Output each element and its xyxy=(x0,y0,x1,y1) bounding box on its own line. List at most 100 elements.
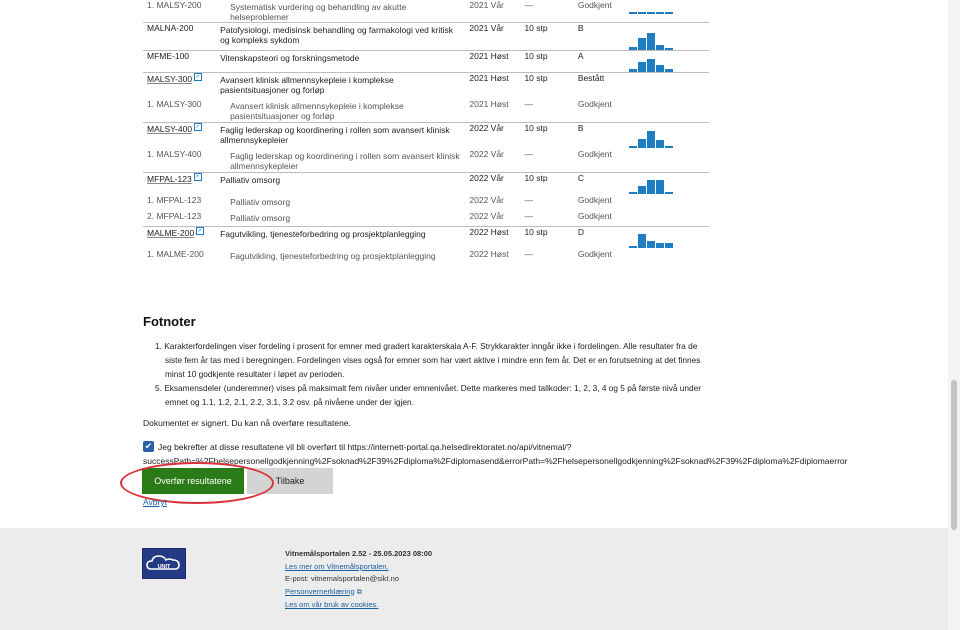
course-code[interactable]: MALSY-300 ↗ xyxy=(143,72,217,99)
course-semester: 2022 Vår xyxy=(469,210,504,221)
footer-privacy-label[interactable]: Personvernerklæring xyxy=(285,587,355,596)
distribution-bar xyxy=(637,139,646,148)
course-info-icon[interactable]: ↗ xyxy=(193,173,202,181)
subcourse-row: 1. MALSY-300 Avansert klinisk allmennsyke… xyxy=(143,99,709,123)
course-code: 1. MALSY-400 xyxy=(143,149,216,173)
grade-distribution-chart xyxy=(624,172,709,195)
distribution-bar xyxy=(664,12,673,14)
course-credits: — xyxy=(524,194,533,205)
course-name: Fagutvikling, tjenesteforbedring og pros… xyxy=(216,226,466,249)
course-credits: — xyxy=(524,248,533,259)
footer-cookies-link[interactable]: Les om vår bruk av cookies. xyxy=(285,599,432,612)
course-code-text[interactable]: MALSY-300 xyxy=(147,74,192,84)
distribution-bar xyxy=(655,243,664,248)
footnote-item: 5. Eksamensdeler (underemner) vises på m… xyxy=(155,383,702,407)
course-grade: C xyxy=(573,172,625,195)
course-code-text: 1. MALME-200 xyxy=(147,248,204,259)
course-code-text[interactable]: MALSY-400 xyxy=(147,124,192,134)
grade-distribution-chart xyxy=(625,99,709,123)
page: 1. MALSY-200 Systematisk vurdering og beh… xyxy=(0,0,948,630)
cloud-logo-icon: UNIT xyxy=(146,555,180,570)
course-code-text: 1. MALSY-300 xyxy=(147,98,202,109)
course-credits: — xyxy=(524,98,533,109)
external-link-icon: ⧉ xyxy=(356,588,362,596)
course-info-icon[interactable]: ↗ xyxy=(194,73,203,81)
distribution-bar xyxy=(655,45,664,50)
course-name: Palliativ omsorg xyxy=(230,196,291,207)
signed-message: Dokumentet er signert. Du kan nå overfør… xyxy=(143,418,351,428)
course-code[interactable]: MFPAL-123 ↗ xyxy=(143,172,217,195)
grade-distribution-chart xyxy=(624,22,709,51)
course-grade: B xyxy=(573,22,625,51)
course-name: Palliativ omsorg xyxy=(230,212,291,223)
course-code: 1. MALSY-300 xyxy=(143,99,216,123)
course-row: MALNA-200 Patofysiologi, medisinsk behand… xyxy=(143,22,709,51)
course-credits: 10 stp xyxy=(520,22,574,51)
distribution-bar xyxy=(664,243,673,248)
unit-logo[interactable]: UNIT xyxy=(142,548,186,579)
footer-privacy-link[interactable]: Personvernerklæring ⧉ xyxy=(285,586,432,600)
course-code-text: 1. MFPAL-123 xyxy=(147,194,202,205)
course-row: MFPAL-123 ↗ Palliativ omsorg 2022 Vår 10 stp… xyxy=(143,172,709,195)
confirm-checkbox[interactable]: ✔ xyxy=(143,441,154,452)
grade-distribution-chart xyxy=(624,226,709,249)
course-grade: B xyxy=(573,122,625,149)
course-code-text[interactable]: MFPAL-123 xyxy=(147,174,192,184)
subcourse-row: 1. MALSY-400 Faglig lederskap og koordine… xyxy=(143,149,709,173)
distribution-bar xyxy=(637,12,646,14)
distribution-bar xyxy=(655,180,664,194)
course-code-text: MALNA-200 xyxy=(147,23,194,33)
course-credits: 10 stp xyxy=(520,226,574,249)
course-semester: 2022 Vår xyxy=(465,122,521,149)
course-row: MALSY-400 ↗ Faglig lederskap og koordineri… xyxy=(143,122,709,149)
grade-distribution-chart xyxy=(625,249,709,267)
course-grade: D xyxy=(573,226,625,249)
course-name: Vitenskapsteori og forskningsmetode xyxy=(216,50,466,73)
distribution-bar xyxy=(646,131,655,148)
grade-distribution-chart xyxy=(625,149,709,173)
course-semester: 2022 Vår xyxy=(465,172,521,195)
scrollbar-thumb[interactable] xyxy=(951,380,957,530)
page-scrollbar[interactable] xyxy=(948,0,960,630)
course-info-icon[interactable]: ↗ xyxy=(194,123,203,131)
course-code: MFME-100 xyxy=(143,50,217,73)
grade-distribution-chart xyxy=(624,72,709,99)
course-grade: Godkjent xyxy=(577,98,612,109)
course-code-text[interactable]: MALME-200 xyxy=(147,228,194,238)
distribution-bar xyxy=(655,140,664,148)
course-code[interactable]: MALSY-400 ↗ xyxy=(143,122,217,149)
distribution-bar xyxy=(655,12,664,14)
course-code-text: 1. MALSY-200 xyxy=(147,0,202,10)
cancel-link[interactable]: Avbryt xyxy=(143,497,167,507)
course-grade: Godkjent xyxy=(577,248,612,259)
course-row: MALME-200 ↗ Fagutvikling, tjenesteforbedri… xyxy=(143,226,709,249)
footnotes-list: 1. Karakterfordelingen viser fordeling i… xyxy=(155,339,715,409)
course-credits: 10 stp xyxy=(520,172,574,195)
course-info-icon[interactable]: ↗ xyxy=(196,227,205,235)
course-grade: Godkjent xyxy=(577,194,612,205)
course-code[interactable]: MALME-200 ↗ xyxy=(143,226,217,249)
subcourse-row: 2. MFPAL-123 Palliativ omsorg 2022 Vår — God… xyxy=(143,211,709,227)
distribution-bar xyxy=(637,62,646,72)
footer-email: E-post: vitnemalsportalen@sikt.no xyxy=(285,574,399,583)
distribution-bar xyxy=(637,186,646,194)
course-semester: 2022 Høst xyxy=(465,226,521,249)
course-credits: 10 stp xyxy=(520,72,574,99)
grade-distribution-chart xyxy=(625,195,709,211)
course-grade: Godkjent xyxy=(577,148,612,159)
footer-more-link[interactable]: Les mer om Vitnemålsportalen. xyxy=(285,561,432,574)
distribution-bar xyxy=(646,59,655,72)
course-name: Fagutvikling, tjenesteforbedring og pros… xyxy=(230,250,436,261)
course-semester: 2021 Høst xyxy=(469,98,509,109)
course-row: MALSY-300 ↗ Avansert klinisk allmennsykepl… xyxy=(143,72,709,99)
site-footer xyxy=(0,528,948,630)
subcourse-row: 1. MALME-200 Fagutvikling, tjenesteforbed… xyxy=(143,249,709,267)
distribution-bar xyxy=(655,65,664,72)
course-credits: 10 stp xyxy=(520,122,574,149)
course-credits: — xyxy=(524,210,533,221)
course-name: Faglig lederskap og koordinering i rolle… xyxy=(230,150,460,171)
course-name: Faglig lederskap og koordinering i rolle… xyxy=(216,122,466,149)
course-code: 2. MFPAL-123 xyxy=(143,211,216,227)
course-code-text: MFME-100 xyxy=(147,51,190,61)
logo-text: UNIT xyxy=(158,564,171,570)
